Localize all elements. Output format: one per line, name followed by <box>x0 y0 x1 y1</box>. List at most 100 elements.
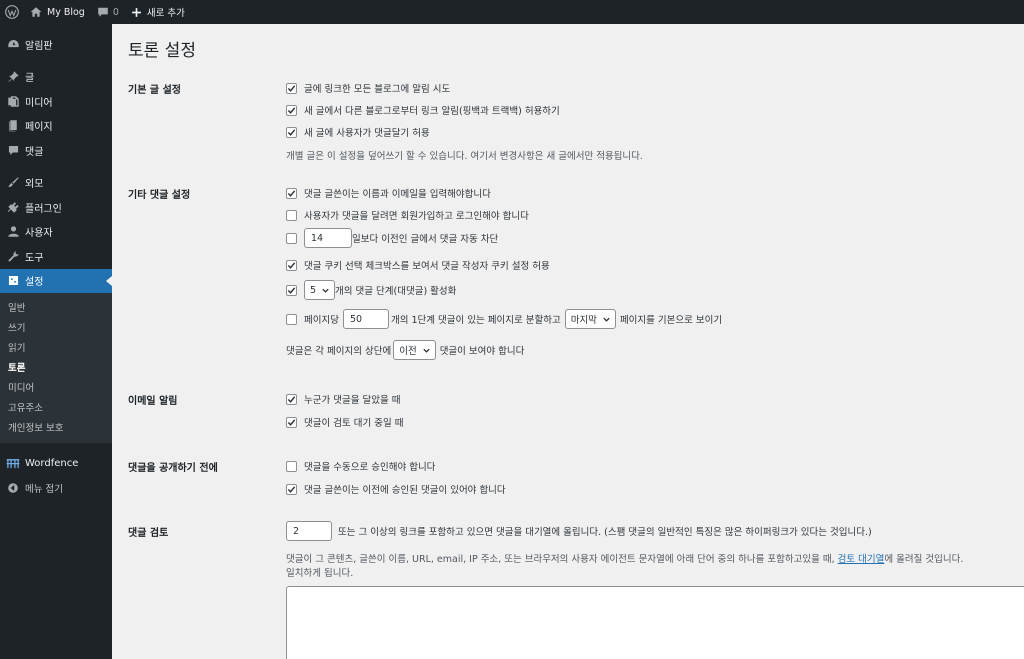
option-notify-linked-blogs[interactable]: 글에 링크한 모든 블로그에 알림 시도 <box>286 81 450 95</box>
checkbox[interactable] <box>286 187 297 199</box>
moderation-queue-link[interactable]: 검토 대기열 <box>838 554 885 565</box>
checkmark-icon <box>287 106 296 114</box>
submenu-privacy[interactable]: 개인정보 보호 <box>0 417 112 437</box>
menu-plugins[interactable]: 플러그인 <box>0 195 112 220</box>
option-manual-approval[interactable]: 댓글을 수동으로 승인해야 합니다 <box>286 459 435 473</box>
comments-link[interactable]: 0 <box>91 0 125 24</box>
option-email-on-comment[interactable]: 누군가 댓글을 달았을 때 <box>286 392 400 406</box>
option-label: 페이지를 기본으로 보이기 <box>619 315 723 326</box>
submenu-permalinks[interactable]: 고유주소 <box>0 397 112 417</box>
menu-appearance[interactable]: 외모 <box>0 171 112 196</box>
option-label: 댓글을 수동으로 승인해야 합니다 <box>304 462 436 473</box>
section-label-before-appear: 댓글을 공개하기 전에 <box>128 463 218 474</box>
chevron-down-icon <box>603 317 610 322</box>
chevron-down-icon <box>322 288 329 293</box>
option-thread-comments[interactable]: 5 개의 댓글 단계(대댓글) 활성화 <box>286 280 456 300</box>
option-page-comments[interactable]: 페이지당 50 개의 1단계 댓글이 있는 페이지로 분할하고 마지막 페이지를… <box>286 309 722 329</box>
section-label-email: 이메일 알림 <box>128 396 178 407</box>
menu-media[interactable]: 미디어 <box>0 89 112 114</box>
close-days-input[interactable]: 14 <box>304 228 352 248</box>
option-cookies-opt-in[interactable]: 댓글 쿠키 선택 체크박스를 보여서 댓글 작성자 쿠키 설정 허용 <box>286 258 550 272</box>
thread-depth-select[interactable]: 5 <box>304 280 336 300</box>
option-label: 개의 1단계 댓글이 있는 페이지로 분할하고 <box>390 315 561 326</box>
checkbox[interactable] <box>286 259 297 271</box>
option-label: 페이지당 <box>304 315 339 326</box>
option-label: 댓글 쿠키 선택 체크박스를 보여서 댓글 작성자 쿠키 설정 허용 <box>304 261 550 272</box>
option-label: 사용자가 댓글을 달려면 회원가입하고 로그인해야 합니다 <box>304 211 529 222</box>
settings-submenu: 일반 쓰기 읽기 토론 미디어 고유주소 개인정보 보호 <box>0 293 112 443</box>
checkbox[interactable] <box>286 126 297 138</box>
menu-wordfence[interactable]: Wordfence <box>0 451 112 476</box>
submenu-discussion[interactable]: 토론 <box>0 357 112 377</box>
moderation-description-2: 일치하게 됩니다. <box>286 568 354 579</box>
option-previously-approved[interactable]: 댓글 글쓴이는 이전에 승인된 댓글이 있어야 합니다 <box>286 482 506 496</box>
home-icon <box>30 7 42 17</box>
menu-label: 미디어 <box>25 97 53 109</box>
menu-comments[interactable]: 댓글 <box>0 138 112 163</box>
checkbox[interactable] <box>286 313 297 325</box>
checkmark-icon <box>287 286 296 294</box>
menu-label: 알림판 <box>25 40 53 52</box>
checkbox[interactable] <box>286 393 297 405</box>
checkbox[interactable] <box>286 416 297 428</box>
menu-posts[interactable]: 글 <box>0 65 112 90</box>
submenu-media[interactable]: 미디어 <box>0 377 112 397</box>
site-name-link[interactable]: My Blog <box>24 0 91 24</box>
option-email-on-moderation[interactable]: 댓글이 검토 대기 중일 때 <box>286 415 403 429</box>
menu-dashboard[interactable]: 알림판 <box>0 32 112 57</box>
description-text: 에 올려질 것입니다. <box>884 554 964 565</box>
menu-settings[interactable]: 설정 <box>0 268 112 293</box>
menu-collapse[interactable]: 메뉴 접기 <box>0 476 112 501</box>
option-label: 댓글이 검토 대기 중일 때 <box>304 418 404 429</box>
checkbox[interactable] <box>286 483 297 495</box>
checkbox[interactable] <box>286 460 297 472</box>
menu-label: 댓글 <box>25 146 44 158</box>
site-name: My Blog <box>47 6 85 18</box>
checkmark-icon <box>287 84 296 92</box>
pin-icon <box>6 70 20 84</box>
option-auto-close-comments[interactable]: 14 일보다 이전인 글에서 댓글 자동 차단 <box>286 228 498 248</box>
checkmark-icon <box>287 261 296 269</box>
menu-users[interactable]: 사용자 <box>0 220 112 245</box>
checkbox[interactable] <box>286 104 297 116</box>
moderation-links-input[interactable]: 2 <box>286 521 332 541</box>
option-label: 새 글에 사용자가 댓글달기 허용 <box>304 128 430 139</box>
checkbox[interactable] <box>286 82 297 94</box>
comments-per-page-input[interactable]: 50 <box>342 309 389 329</box>
menu-tools[interactable]: 도구 <box>0 244 112 269</box>
media-icon <box>6 94 20 108</box>
option-comment-order: 댓글은 각 페이지의 상단에 이전 댓글이 보여야 합니다 <box>286 340 524 360</box>
default-page-select[interactable]: 마지막 <box>564 309 616 329</box>
option-require-name-email[interactable]: 댓글 글쓴이는 이름과 이메일을 입력해야합니다 <box>286 186 491 200</box>
menu-label: 플러그인 <box>25 203 62 215</box>
section-label-default-post: 기본 글 설정 <box>128 85 181 96</box>
main-content: 토론 설정 기본 글 설정 글에 링크한 모든 블로그에 알림 시도 새 글에서… <box>112 24 1024 659</box>
option-label: 새 글에서 다른 블로그로부터 링크 알림(핑백과 트랙백) 허용하기 <box>304 106 560 117</box>
option-allow-comments[interactable]: 새 글에 사용자가 댓글달기 허용 <box>286 125 430 139</box>
comment-order-select[interactable]: 이전 <box>393 340 436 360</box>
menu-label: 메뉴 접기 <box>25 483 63 495</box>
submenu-general[interactable]: 일반 <box>0 297 112 317</box>
checkbox[interactable] <box>286 232 297 244</box>
submenu-reading[interactable]: 읽기 <box>0 337 112 357</box>
user-icon <box>6 225 20 239</box>
select-value: 이전 <box>399 346 417 357</box>
option-label: 글에 링크한 모든 블로그에 알림 시도 <box>304 84 451 95</box>
wordpress-logo-icon[interactable] <box>0 0 24 24</box>
chevron-down-icon <box>423 348 430 353</box>
checkbox[interactable] <box>286 209 297 221</box>
description-text: 댓글이 그 콘텐츠, 글쓴이 이름, URL, email, IP 주소, 또는… <box>286 554 835 565</box>
moderation-keys-textarea[interactable] <box>286 586 1024 659</box>
option-label: 개의 댓글 단계(대댓글) 활성화 <box>335 286 457 297</box>
comment-icon <box>6 143 20 157</box>
checkbox[interactable] <box>286 284 297 296</box>
menu-pages[interactable]: 페이지 <box>0 114 112 139</box>
option-label: 일보다 이전인 글에서 댓글 자동 차단 <box>352 234 499 245</box>
menu-label: 도구 <box>25 252 44 264</box>
option-require-registration[interactable]: 사용자가 댓글을 달려면 회원가입하고 로그인해야 합니다 <box>286 208 529 222</box>
option-allow-pingbacks[interactable]: 새 글에서 다른 블로그로부터 링크 알림(핑백과 트랙백) 허용하기 <box>286 103 560 117</box>
new-content-link[interactable]: 새로 추가 <box>125 0 191 24</box>
new-content-label: 새로 추가 <box>146 8 185 19</box>
submenu-writing[interactable]: 쓰기 <box>0 317 112 337</box>
option-moderation-links: 2 또는 그 이상의 링크를 포함하고 있으면 댓글을 대기열에 올립니다. (… <box>286 521 872 541</box>
